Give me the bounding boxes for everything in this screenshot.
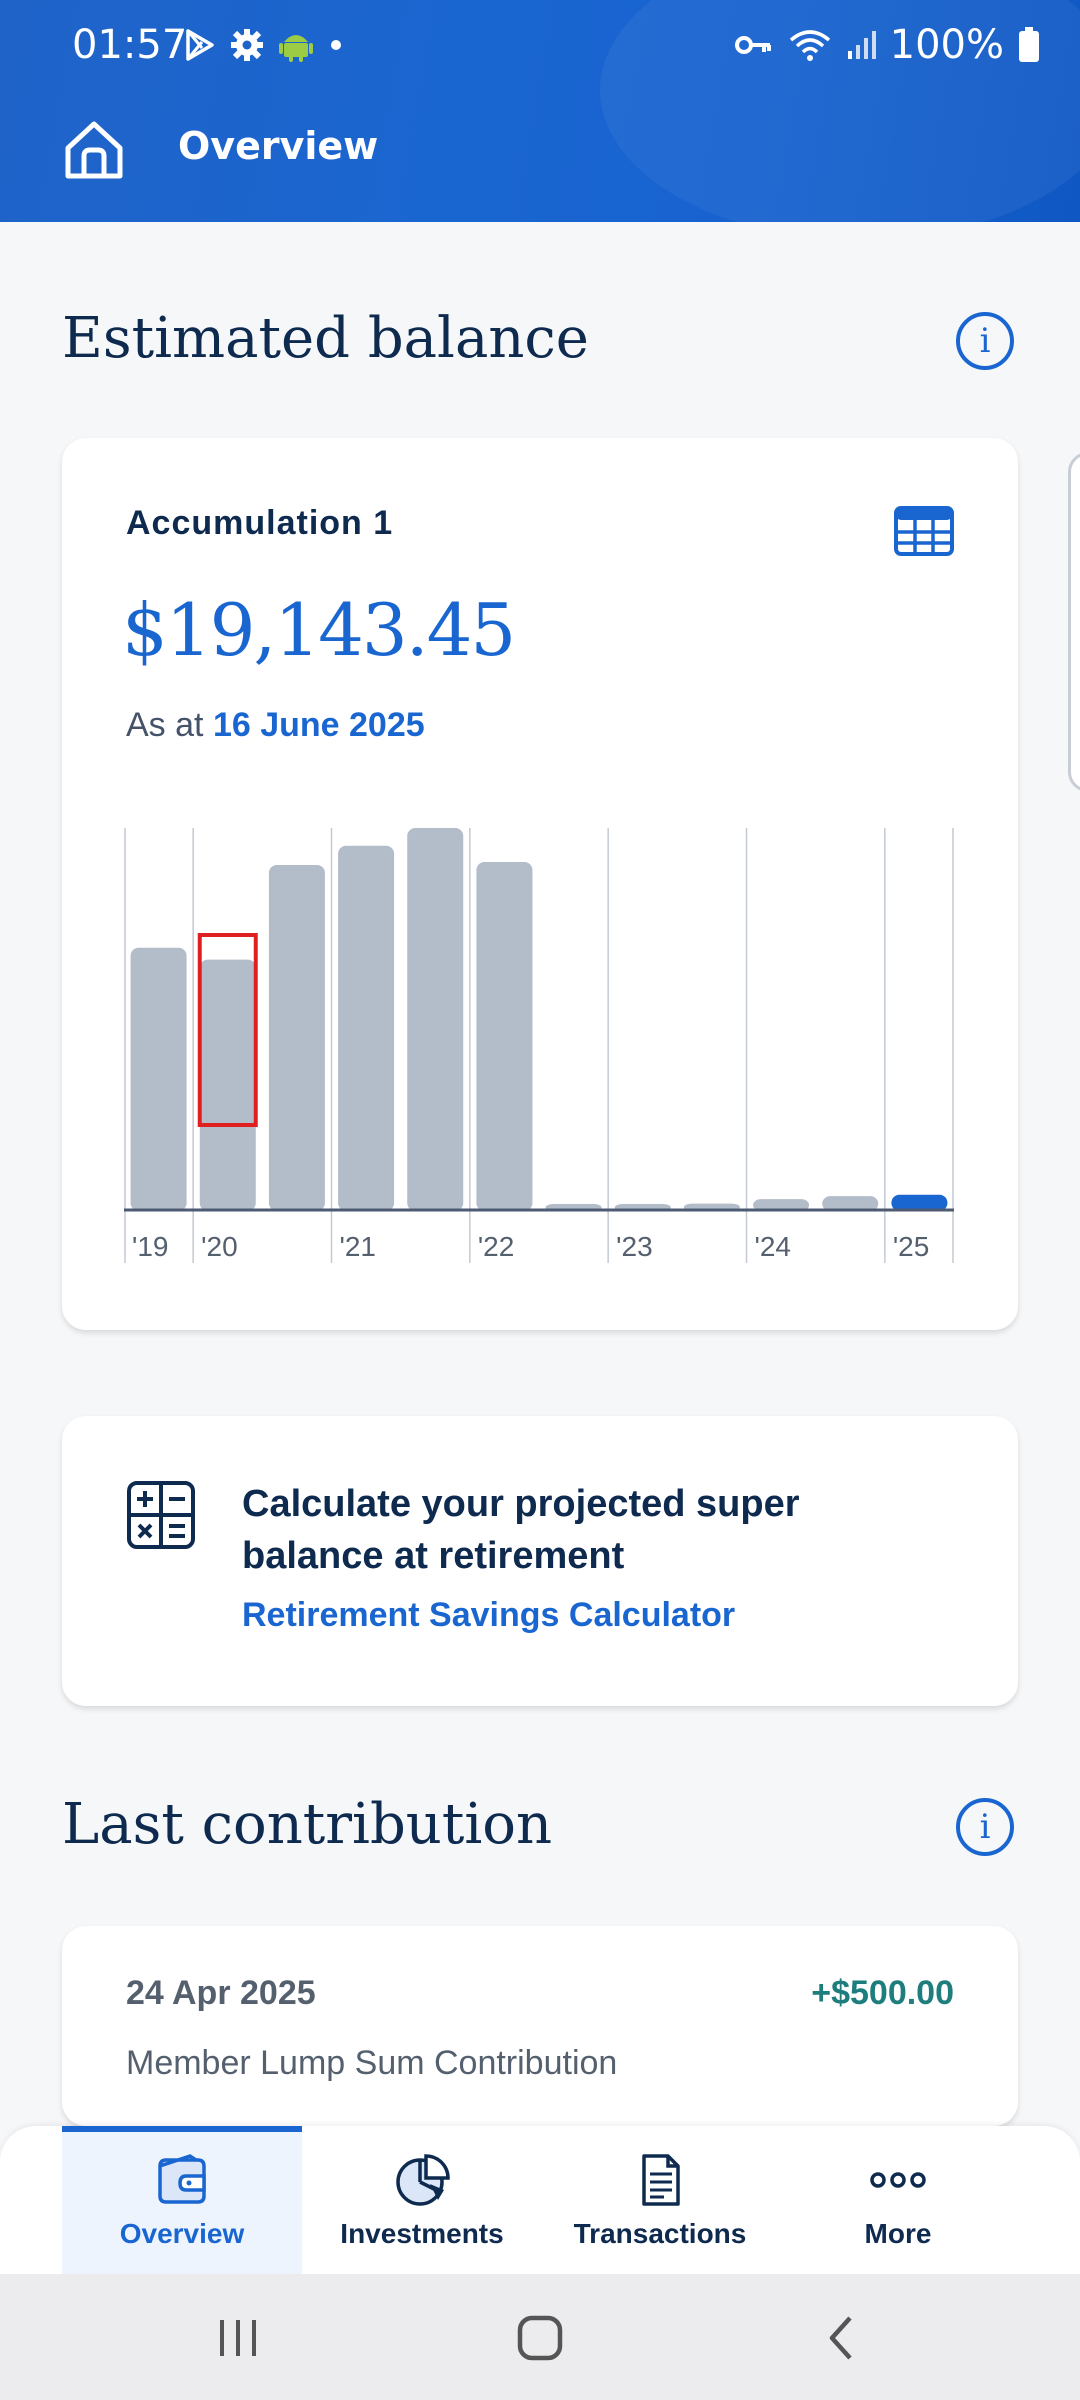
settings-gear-icon <box>231 29 263 61</box>
table-view-icon[interactable] <box>894 506 954 556</box>
home-button-icon[interactable] <box>510 2308 570 2368</box>
status-system-icons: 100% <box>734 22 1040 68</box>
nav-more[interactable]: More <box>778 2126 1018 2274</box>
contribution-description: Member Lump Sum Contribution <box>126 2044 618 2082</box>
document-icon <box>642 2154 680 2206</box>
page-title: Overview <box>178 124 379 168</box>
nav-overview[interactable]: Overview <box>62 2126 302 2274</box>
bottom-navigation: Overview Investments Transactions More <box>0 2126 1080 2274</box>
recent-apps-icon[interactable] <box>208 2308 268 2368</box>
wifi-icon <box>789 30 830 61</box>
estimated-balance-info-icon[interactable]: i <box>956 312 1014 370</box>
last-contribution-info-icon[interactable]: i <box>956 1798 1014 1856</box>
chart-bar[interactable] <box>476 862 533 1211</box>
pie-chart-icon <box>396 2154 450 2206</box>
app-header: Overview <box>0 100 1080 210</box>
retirement-calculator-card[interactable]: Calculate your projected super balance a… <box>62 1416 1018 1706</box>
chart-tick-label: '20 <box>201 1231 238 1262</box>
status-notification-icons <box>182 28 344 62</box>
chart-bar[interactable] <box>338 845 395 1211</box>
chart-tick-label: '23 <box>616 1231 653 1262</box>
chart-tick-label: '25 <box>893 1231 930 1262</box>
nav-transactions[interactable]: Transactions <box>540 2126 780 2274</box>
chart-bar[interactable] <box>199 959 256 1211</box>
status-time: 01:57 <box>72 22 188 68</box>
android-icon <box>279 35 313 62</box>
calculator-prompt: Calculate your projected super balance a… <box>242 1483 800 1577</box>
last-contribution-heading: Last contribution <box>62 1792 553 1857</box>
nav-label-transactions: Transactions <box>573 2218 747 2249</box>
nav-investments[interactable]: Investments <box>302 2126 542 2274</box>
contribution-amount: +$500.00 <box>811 1974 954 2012</box>
contribution-date: 24 Apr 2025 <box>126 1974 316 2012</box>
chart-bar[interactable] <box>407 828 464 1211</box>
system-navigation-bar <box>0 2274 1080 2400</box>
balance-amount: $19,143.45 <box>122 588 516 672</box>
chart-bar[interactable] <box>268 864 325 1211</box>
retirement-calculator-link[interactable]: Retirement Savings Calculator <box>242 1596 735 1635</box>
app-header-background: 01:57 100% Overview <box>0 0 1080 240</box>
wallet-icon <box>158 2154 206 2204</box>
back-icon[interactable] <box>812 2308 872 2368</box>
battery-percent: 100% <box>889 22 1004 68</box>
more-dots-icon <box>870 2172 926 2188</box>
home-icon[interactable] <box>62 118 126 182</box>
dot-icon <box>331 40 341 50</box>
calculator-icon <box>127 1481 195 1549</box>
chart-tick-label: '22 <box>478 1231 515 1262</box>
signal-icon <box>847 31 876 59</box>
last-contribution-card[interactable]: 24 Apr 2025 +$500.00 Member Lump Sum Con… <box>62 1926 1018 2126</box>
vpn-key-icon <box>734 36 771 54</box>
battery-icon <box>1019 27 1039 62</box>
account-label: Accumulation 1 <box>126 504 394 542</box>
nav-label-overview: Overview <box>119 2218 245 2249</box>
chart-tick-label: '19 <box>132 1231 169 1262</box>
status-bar: 01:57 100% <box>0 0 1080 92</box>
nav-label-more: More <box>864 2218 932 2249</box>
chart-bar[interactable] <box>130 947 187 1211</box>
balance-card: Accumulation 1 $19,143.45 As at 16 June … <box>62 438 1018 1330</box>
next-card-peek[interactable] <box>1068 452 1080 792</box>
estimated-balance-heading: Estimated balance <box>62 306 589 371</box>
as-at-date: 16 June 2025 <box>212 706 425 744</box>
play-store-icon <box>186 29 214 61</box>
as-at-prefix: As at <box>126 706 204 744</box>
as-at-line: As at 16 June 2025 <box>126 706 425 745</box>
chart-tick-label: '24 <box>755 1231 792 1262</box>
nav-label-investments: Investments <box>340 2218 504 2249</box>
chart-tick-label: '21 <box>340 1231 377 1262</box>
balance-history-chart[interactable]: '19 '20 '21 '22 '23 '24 '25 <box>124 828 954 1268</box>
